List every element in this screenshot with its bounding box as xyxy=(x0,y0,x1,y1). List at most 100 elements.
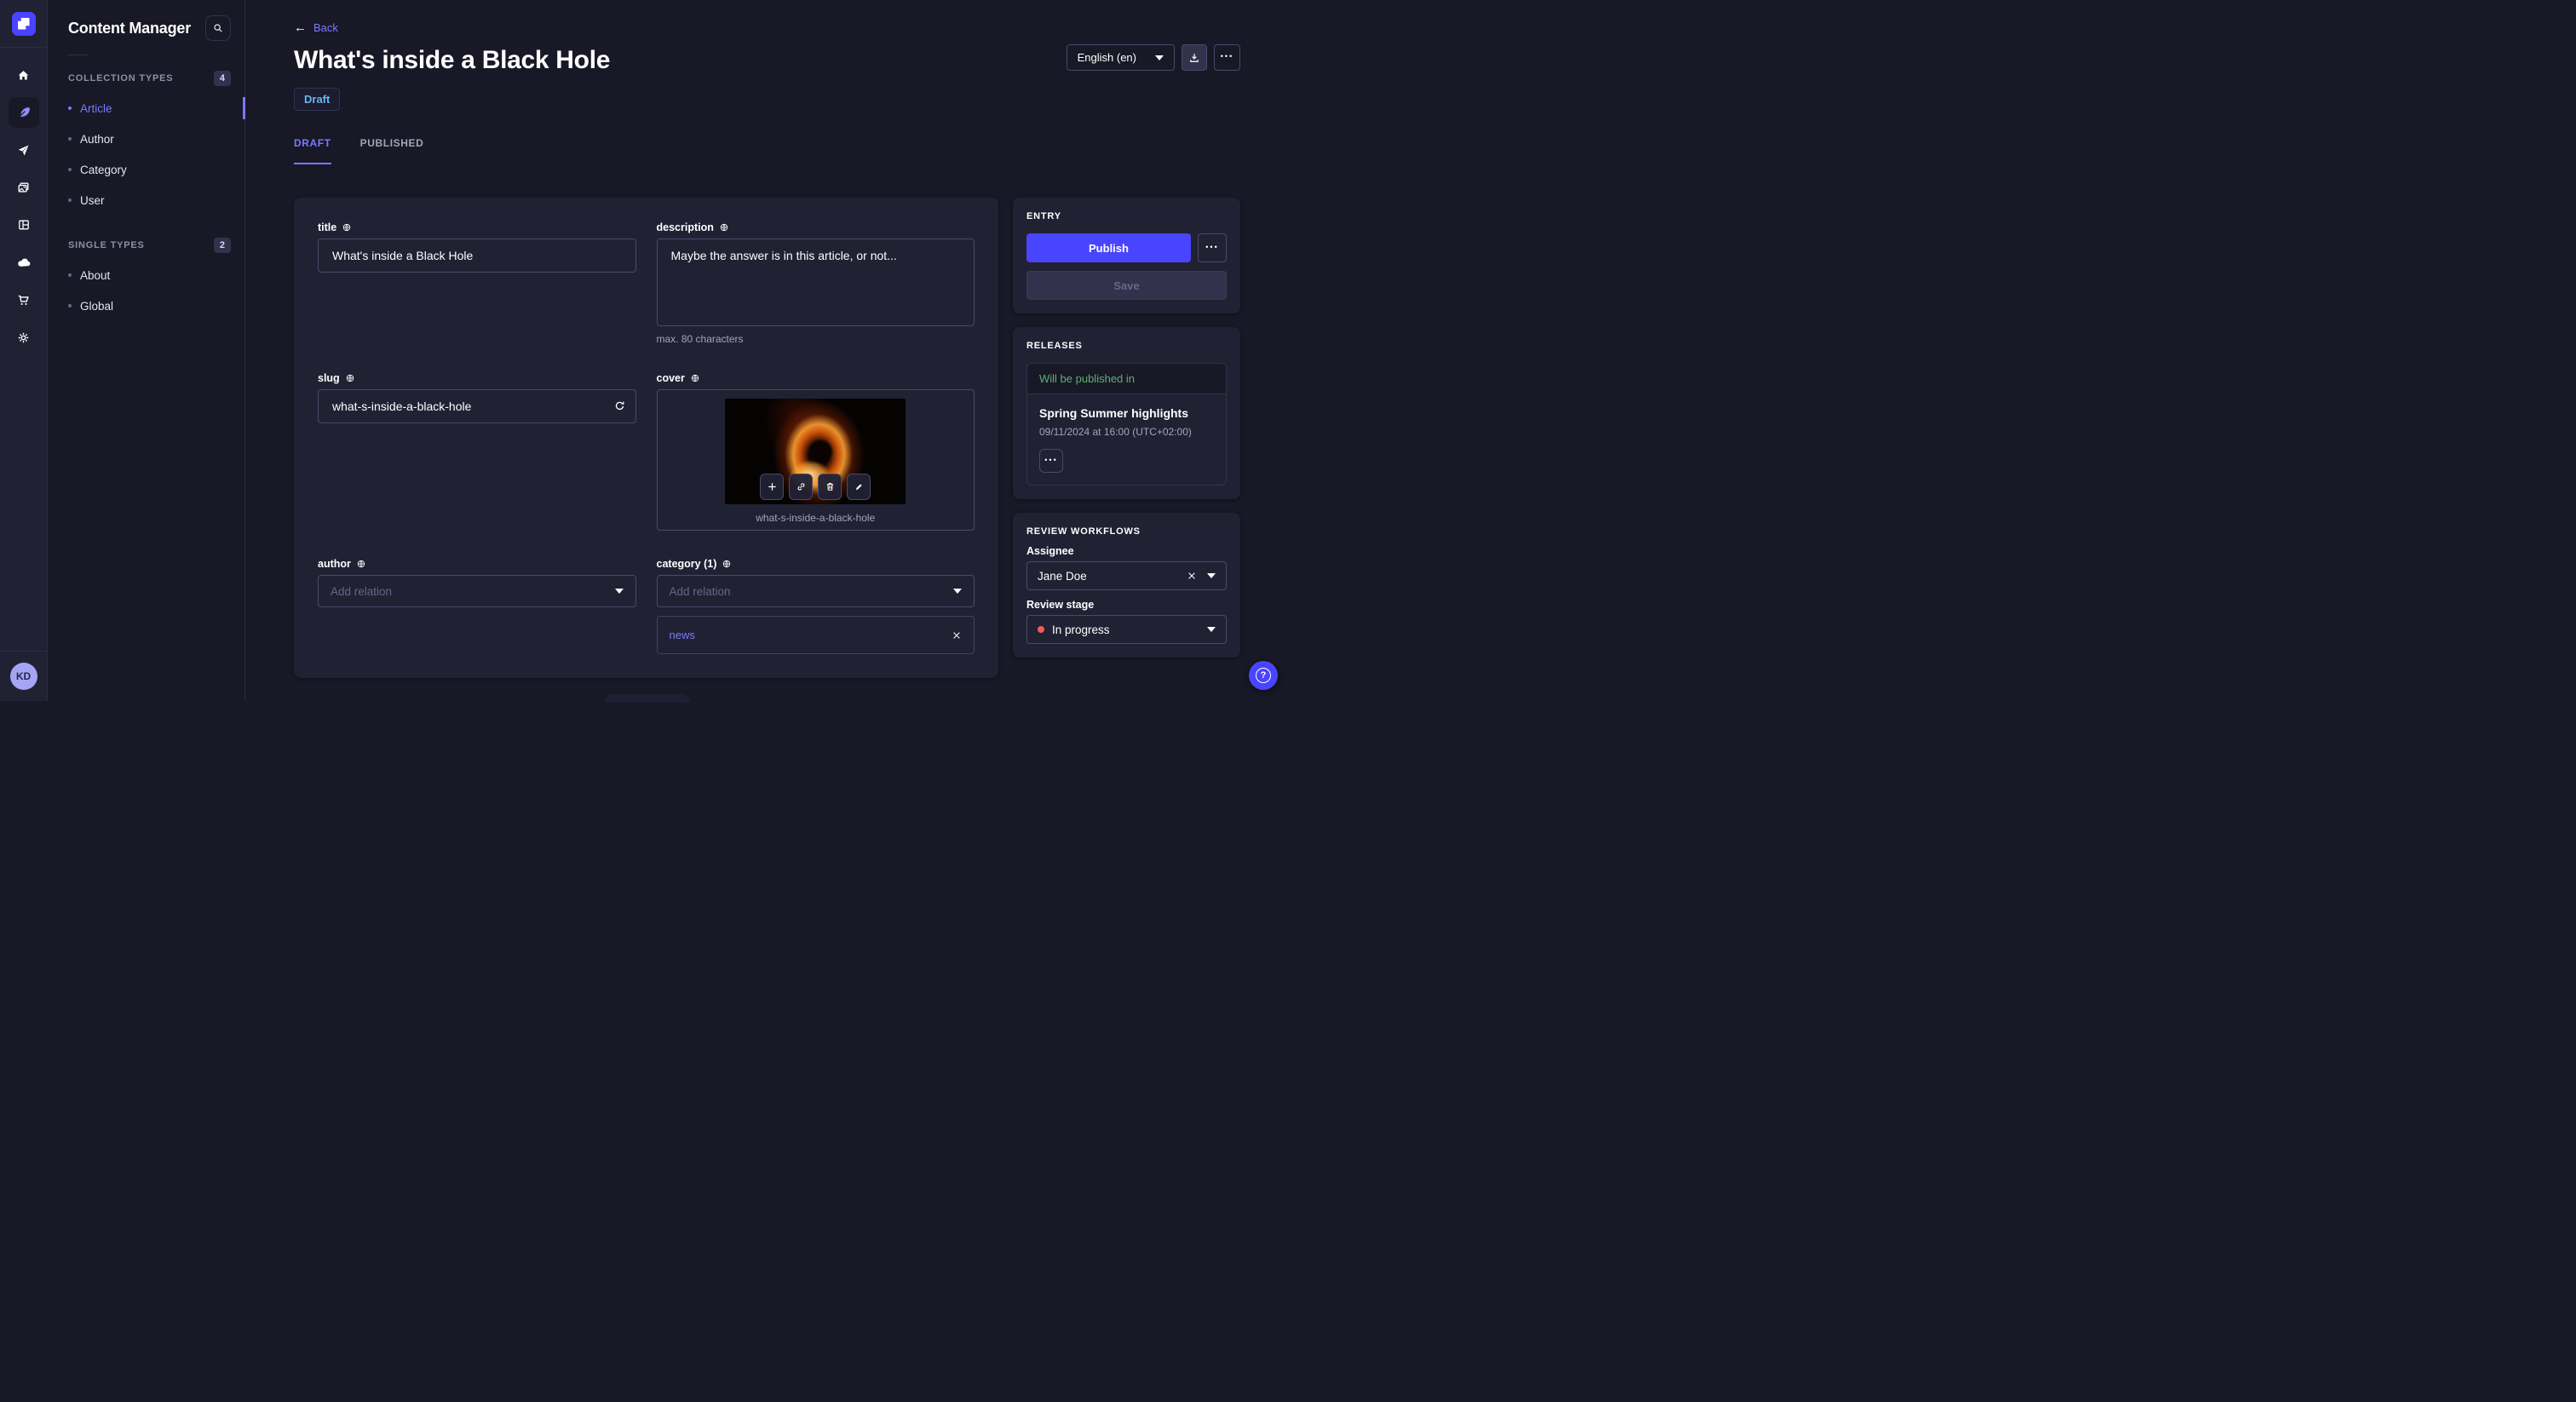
sidebar-item-user[interactable]: User xyxy=(48,185,244,215)
bullet-icon xyxy=(68,198,72,202)
user-avatar[interactable]: KD xyxy=(9,663,37,690)
nav-content-type-builder-button[interactable] xyxy=(9,210,39,240)
category-news-link[interactable]: news xyxy=(670,629,695,641)
author-field-label: author xyxy=(318,558,351,570)
back-link[interactable]: ← Back xyxy=(294,21,338,34)
review-workflows-heading: REVIEW WORKFLOWS xyxy=(1026,526,1141,537)
globe-icon xyxy=(720,223,728,232)
slug-field-label: slug xyxy=(318,372,340,384)
save-button[interactable]: Save xyxy=(1026,271,1227,300)
category-relation-item: news xyxy=(656,616,975,654)
gear-icon xyxy=(18,332,29,342)
description-field-label: description xyxy=(656,221,714,233)
export-button[interactable] xyxy=(1182,44,1207,71)
question-mark-icon: ? xyxy=(1256,668,1271,683)
entry-more-button[interactable]: ••• xyxy=(1198,233,1227,262)
bullet-icon xyxy=(68,273,72,277)
ellipsis-icon: ••• xyxy=(1220,52,1234,60)
app-shell: KD Content Manager COLLECTION TYPES 4 Ar… xyxy=(0,0,1288,701)
author-placeholder: Add relation xyxy=(331,584,393,598)
add-media-button[interactable] xyxy=(760,474,785,500)
nav-content-manager-button[interactable] xyxy=(8,97,39,128)
sidebar-item-global[interactable]: Global xyxy=(48,290,244,321)
feather-icon xyxy=(19,107,30,118)
search-button[interactable] xyxy=(205,15,231,41)
main-content: ← Back English (en) ••• What's inside a … xyxy=(245,0,1288,701)
sidebar-item-article[interactable]: Article xyxy=(48,93,245,124)
field-author: author Add relation xyxy=(318,558,636,654)
nav-deploy-button[interactable] xyxy=(9,247,39,278)
bullet-icon xyxy=(68,137,72,141)
refresh-icon xyxy=(615,401,624,411)
media-library-icon xyxy=(18,181,29,192)
releases-heading: RELEASES xyxy=(1026,341,1083,351)
globe-icon xyxy=(343,223,351,232)
chevron-down-icon xyxy=(1207,627,1216,632)
strapi-logo[interactable] xyxy=(11,11,36,36)
sidebar-item-category[interactable]: Category xyxy=(48,154,244,185)
assignee-select[interactable]: Jane Doe xyxy=(1026,561,1227,590)
slug-input[interactable] xyxy=(318,389,636,423)
field-title: title xyxy=(318,221,636,345)
sidebar-item-author[interactable]: Author xyxy=(48,124,244,154)
ellipsis-icon: ••• xyxy=(1044,455,1058,464)
nav-media-library-button[interactable] xyxy=(9,172,39,203)
remove-category-button[interactable] xyxy=(952,630,962,641)
content-manager-subnav: Content Manager COLLECTION TYPES 4 Artic… xyxy=(48,0,245,701)
globe-icon xyxy=(691,374,699,382)
collection-types-label: COLLECTION TYPES xyxy=(68,73,174,83)
release-more-button[interactable]: ••• xyxy=(1039,449,1063,473)
stage-value: In progress xyxy=(1052,623,1110,636)
tab-draft[interactable]: DRAFT xyxy=(294,137,331,164)
cart-icon xyxy=(18,295,29,305)
delete-media-button[interactable] xyxy=(818,474,842,500)
header-more-button[interactable]: ••• xyxy=(1214,44,1240,71)
ellipsis-icon: ••• xyxy=(1205,242,1219,251)
sidebar-item-label: Category xyxy=(80,163,127,176)
title-input[interactable] xyxy=(318,238,636,273)
chevron-down-icon xyxy=(614,589,624,594)
cover-field-label: cover xyxy=(656,372,685,384)
sidebar-item-label: Author xyxy=(80,132,114,146)
review-stage-select[interactable]: In progress xyxy=(1026,615,1227,644)
globe-icon xyxy=(346,374,354,382)
sidebar-item-label: User xyxy=(80,193,105,207)
edit-form-card: title description Maybe the answer is in… xyxy=(294,198,998,678)
publish-button[interactable]: Publish xyxy=(1026,233,1191,262)
layout-icon xyxy=(18,220,29,230)
entry-panel: ENTRY Publish ••• Save xyxy=(1013,198,1240,313)
nav-icon-list xyxy=(8,60,39,353)
cloud-icon xyxy=(17,258,30,267)
edit-media-button[interactable] xyxy=(847,474,871,500)
nav-marketplace-button[interactable] xyxy=(9,284,39,315)
help-button[interactable]: ? xyxy=(1249,661,1278,690)
copy-link-button[interactable] xyxy=(789,474,814,500)
nav-rail-footer: KD xyxy=(0,651,47,701)
description-textarea[interactable]: Maybe the answer is in this article, or … xyxy=(656,238,975,326)
regenerate-slug-button[interactable] xyxy=(613,399,626,412)
sidebar-item-label: Article xyxy=(80,101,112,115)
locale-select[interactable]: English (en) xyxy=(1066,44,1175,71)
author-relation-select[interactable]: Add relation xyxy=(318,575,636,607)
tab-published[interactable]: PUBLISHED xyxy=(360,137,424,164)
clear-icon[interactable] xyxy=(1187,571,1197,581)
next-section-peek xyxy=(604,694,690,703)
field-description: description Maybe the answer is in this … xyxy=(656,221,975,345)
status-badge: Draft xyxy=(294,88,341,111)
subnav-title: Content Manager xyxy=(68,19,192,37)
single-types-label: SINGLE TYPES xyxy=(68,240,145,250)
locale-value: English (en) xyxy=(1077,51,1136,64)
sidebar-item-about[interactable]: About xyxy=(48,260,244,290)
field-slug: slug xyxy=(318,372,636,531)
close-icon xyxy=(953,631,960,639)
release-name: Spring Summer highlights xyxy=(1039,406,1189,420)
paper-plane-icon xyxy=(18,145,29,155)
version-tabs: DRAFT PUBLISHED xyxy=(294,137,1240,164)
category-relation-select[interactable]: Add relation xyxy=(656,575,975,607)
nav-home-button[interactable] xyxy=(9,60,39,90)
main-nav-rail: KD xyxy=(0,0,48,701)
single-types-count: 2 xyxy=(213,238,231,253)
nav-settings-button[interactable] xyxy=(9,322,39,353)
nav-releases-button[interactable] xyxy=(9,135,39,165)
title-field-label: title xyxy=(318,221,337,233)
